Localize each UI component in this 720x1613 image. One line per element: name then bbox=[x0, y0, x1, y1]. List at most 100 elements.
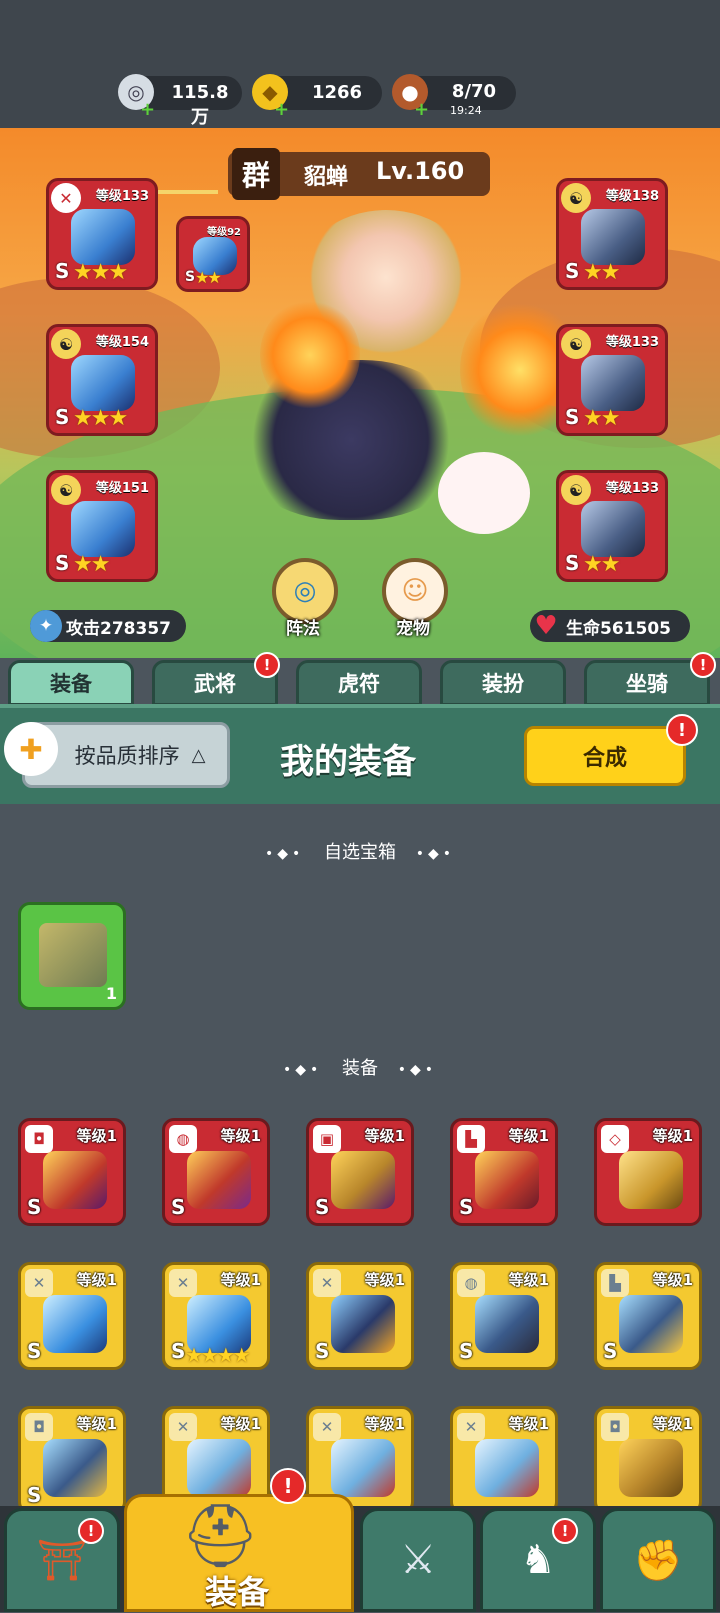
equipment-item[interactable]: ✕ 等级1 bbox=[450, 1406, 558, 1514]
dots-decoration: •◆• bbox=[264, 846, 305, 862]
attack-stat: ✦ 攻击278357 bbox=[30, 610, 186, 642]
equipment-item[interactable]: ◍ 等级1 S bbox=[450, 1262, 558, 1370]
equipment-item[interactable]: ◘ 等级1 S bbox=[18, 1406, 126, 1514]
item-art bbox=[475, 1295, 539, 1353]
chain-link bbox=[158, 190, 218, 194]
equip-art bbox=[71, 355, 135, 411]
equipment-item[interactable]: ▙ 等级1 S bbox=[594, 1262, 702, 1370]
item-level: 等级1 bbox=[652, 1415, 693, 1433]
item-level: 等级1 bbox=[508, 1127, 549, 1145]
equipment-item[interactable]: ✕ 等级1 S bbox=[18, 1262, 126, 1370]
nav-home-button[interactable]: ⛩ bbox=[4, 1508, 120, 1612]
fist-upgrade-icon: ✊ bbox=[633, 1537, 683, 1584]
chest-count: 1 bbox=[105, 984, 117, 1003]
equipment-item[interactable]: ◘ 等级1 S bbox=[18, 1118, 126, 1226]
sword-icon: ✕ bbox=[25, 1269, 53, 1297]
equip-slot-right-1[interactable]: ☯ 等级138 S ★★ bbox=[556, 178, 668, 290]
nav-battle-button[interactable]: ⚔ bbox=[360, 1508, 476, 1612]
selectable-chest-item[interactable]: 1 bbox=[18, 902, 126, 1010]
nav-upgrade-button[interactable]: ✊ bbox=[600, 1508, 716, 1612]
equip-slot-left-2[interactable]: ☯ 等级154 S ★★★ bbox=[46, 324, 158, 436]
rank-label: S bbox=[185, 269, 196, 285]
item-level: 等级1 bbox=[652, 1271, 693, 1289]
equip-slot-linked[interactable]: 等级92 S ★★ bbox=[176, 216, 250, 292]
item-art bbox=[331, 1295, 395, 1353]
sword-icon: ✕ bbox=[51, 183, 81, 213]
plus-icon[interactable]: + bbox=[274, 99, 289, 120]
equip-level: 等级151 bbox=[95, 481, 149, 496]
stamina-value: 8/70 bbox=[451, 81, 497, 102]
item-level: 等级1 bbox=[364, 1127, 405, 1145]
equip-slot-right-2[interactable]: ☯ 等级133 S ★★ bbox=[556, 324, 668, 436]
boot-icon: ▙ bbox=[457, 1125, 485, 1153]
plus-icon[interactable]: + bbox=[140, 99, 155, 120]
synthesize-button[interactable]: 合成 bbox=[524, 726, 686, 786]
tab-equipment[interactable]: 装备 bbox=[8, 660, 134, 706]
item-level: 等级1 bbox=[364, 1415, 405, 1433]
notification-dot: ! bbox=[666, 714, 698, 746]
equipment-item[interactable]: ✕ 等级1 S bbox=[306, 1262, 414, 1370]
nav-equipment-button[interactable]: ⛑ 装备 bbox=[124, 1494, 354, 1612]
item-art bbox=[619, 1151, 683, 1209]
faction-badge: 群 bbox=[232, 148, 280, 200]
rank-label: S bbox=[55, 405, 70, 429]
equip-slot-left-3[interactable]: ☯ 等级151 S ★★ bbox=[46, 470, 158, 582]
helmet-icon: ▣ bbox=[313, 1125, 341, 1153]
sword-icon: ✕ bbox=[169, 1413, 197, 1441]
hero-level: Lv.160 bbox=[376, 157, 465, 185]
star-rating: ★★★ bbox=[73, 260, 128, 285]
equipment-item[interactable]: ◘ 等级1 bbox=[594, 1406, 702, 1514]
equipment-item[interactable]: ✕ 等级1 S ★★★★ bbox=[162, 1262, 270, 1370]
dots-decoration: •◆• bbox=[397, 1062, 438, 1078]
rank-label: S bbox=[315, 1195, 330, 1219]
equip-slot-left-1[interactable]: ✕ 等级133 S ★★★ bbox=[46, 178, 158, 290]
item-level: 等级1 bbox=[76, 1127, 117, 1145]
equip-slot-right-3[interactable]: ☯ 等级133 S ★★ bbox=[556, 470, 668, 582]
notification-dot: ! bbox=[254, 652, 280, 678]
chest-icon bbox=[39, 923, 107, 987]
dots-decoration: •◆• bbox=[282, 1062, 323, 1078]
equip-art bbox=[71, 501, 135, 557]
equipment-item[interactable]: ▣ 等级1 S bbox=[306, 1118, 414, 1226]
equip-level: 等级92 bbox=[207, 227, 241, 238]
item-level: 等级1 bbox=[508, 1271, 549, 1289]
star-rating: ★★ bbox=[583, 552, 620, 577]
gate-icon: ⛩ bbox=[36, 1537, 88, 1584]
star-rating: ★★ bbox=[73, 552, 110, 577]
item-art bbox=[619, 1439, 683, 1497]
rank-label: S bbox=[171, 1339, 186, 1363]
equipment-item[interactable]: ◍ 等级1 S bbox=[162, 1118, 270, 1226]
sword-icon: ✦ bbox=[30, 610, 62, 642]
hp-value: 生命561505 bbox=[566, 618, 671, 639]
gamepad-icon[interactable]: ✚ bbox=[4, 722, 58, 776]
item-art bbox=[43, 1151, 107, 1209]
stamina-timer: 19:24 bbox=[450, 104, 482, 117]
flame-effect bbox=[260, 300, 360, 410]
hero-name-bar: 群 貂蝉 Lv.160 bbox=[228, 148, 490, 200]
gold-currency[interactable]: ◆ 1266 + bbox=[252, 74, 382, 120]
yin-yang-icon: ☯ bbox=[51, 329, 81, 359]
equip-art bbox=[581, 209, 645, 265]
item-art bbox=[187, 1151, 251, 1209]
tab-tally[interactable]: 虎符 bbox=[296, 660, 422, 706]
equip-art bbox=[581, 355, 645, 411]
hero-name: 貂蝉 bbox=[304, 165, 349, 190]
armor-icon: ◘ bbox=[25, 1125, 53, 1153]
armor-icon: ◘ bbox=[601, 1413, 629, 1441]
equipment-item[interactable]: ▙ 等级1 S bbox=[450, 1118, 558, 1226]
yin-yang-icon: ☯ bbox=[51, 475, 81, 505]
notification-dot: ! bbox=[552, 1518, 578, 1544]
medal-icon: ◍ bbox=[169, 1125, 197, 1153]
formation-icon: ◎ bbox=[293, 576, 317, 606]
sort-label: 按品质排序 bbox=[74, 744, 180, 768]
star-rating: ★★★ bbox=[73, 406, 128, 431]
tab-outfit[interactable]: 装扮 bbox=[440, 660, 566, 706]
rank-label: S bbox=[27, 1483, 42, 1507]
item-level: 等级1 bbox=[76, 1415, 117, 1433]
stamina-currency[interactable]: ● 8/70 19:24 + bbox=[392, 74, 516, 120]
silver-currency[interactable]: ◎ 115.8万 + bbox=[118, 74, 242, 128]
plus-icon[interactable]: + bbox=[414, 99, 429, 120]
equipment-item[interactable]: ◇ 等级1 bbox=[594, 1118, 702, 1226]
nav-rank-button[interactable]: ♞ bbox=[480, 1508, 596, 1612]
rank-label: S bbox=[171, 1195, 186, 1219]
